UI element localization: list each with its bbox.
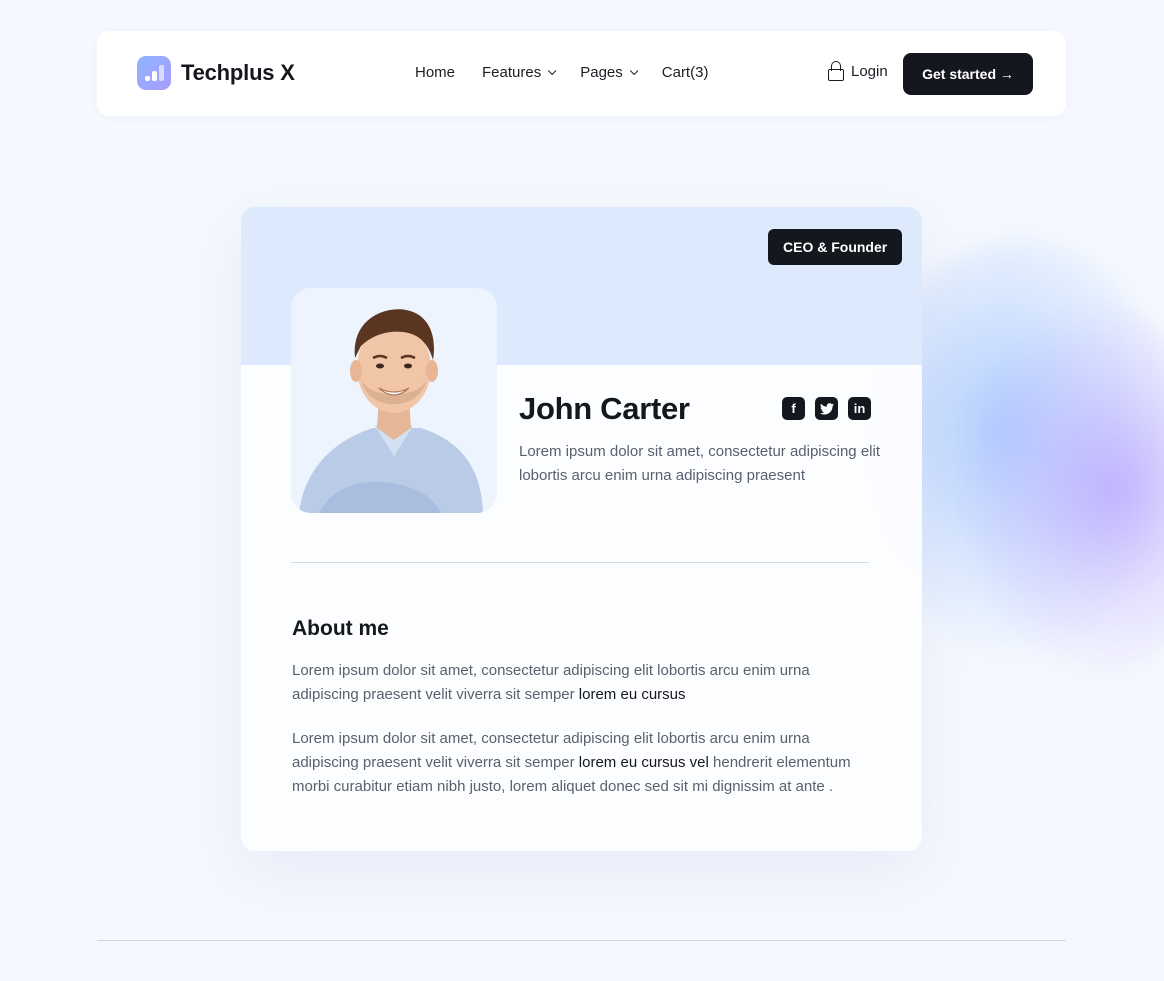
about-paragraph-1-text: Lorem ipsum dolor sit amet, consectetur … (292, 662, 810, 703)
navbar: Techplus X Home Features Pages Cart(3) L… (97, 31, 1066, 116)
brand-logo[interactable]: Techplus X (137, 56, 295, 90)
about-paragraph-1: Lorem ipsum dolor sit amet, consectetur … (292, 659, 872, 707)
footer-divider (97, 940, 1066, 941)
nav-link-features[interactable]: Features (482, 64, 557, 81)
linkedin-icon[interactable]: in (848, 397, 871, 420)
nav-link-cart-label: Cart(3) (661, 64, 709, 81)
main-nav: Home Features Pages Cart(3) (415, 64, 735, 81)
nav-link-pages[interactable]: Pages (580, 64, 639, 81)
page: Techplus X Home Features Pages Cart(3) L… (0, 0, 1164, 981)
person-photo (291, 288, 497, 513)
nav-link-cart[interactable]: Cart(3) (662, 64, 709, 81)
login-link[interactable]: Login (828, 61, 888, 81)
get-started-button[interactable]: Get started → (903, 53, 1033, 95)
divider (291, 562, 869, 563)
nav-link-home-label: Home (415, 64, 456, 81)
profile-card: CEO & Founder John Carter f in Lorem ips… (241, 207, 922, 851)
about-paragraph-2-link[interactable]: lorem eu cursus vel (579, 754, 709, 771)
twitter-bird-glyph (819, 402, 834, 415)
profile-name: John Carter (519, 391, 690, 426)
social-links: f in (782, 397, 881, 420)
about-paragraph-2: Lorem ipsum dolor sit amet, consectetur … (292, 727, 872, 799)
twitter-icon[interactable] (815, 397, 838, 420)
brand-name: Techplus X (181, 60, 295, 85)
nav-link-pages-label: Pages (580, 64, 623, 81)
profile-bio: Lorem ipsum dolor sit amet, consectetur … (519, 443, 880, 484)
facebook-glyph: f (791, 401, 796, 416)
chevron-down-icon (629, 66, 639, 75)
facebook-icon[interactable]: f (782, 397, 805, 420)
linkedin-glyph: in (853, 401, 866, 416)
about-paragraph-1-link[interactable]: lorem eu cursus (579, 686, 686, 703)
nav-link-features-label: Features (482, 64, 542, 81)
lock-icon (828, 61, 844, 81)
role-badge: CEO & Founder (768, 229, 903, 265)
login-label: Login (851, 62, 888, 80)
chevron-down-icon (548, 66, 557, 75)
about-title: About me (292, 617, 389, 640)
nav-link-home[interactable]: Home (415, 64, 455, 81)
avatar (291, 288, 497, 513)
logo-chart-icon (137, 56, 171, 90)
